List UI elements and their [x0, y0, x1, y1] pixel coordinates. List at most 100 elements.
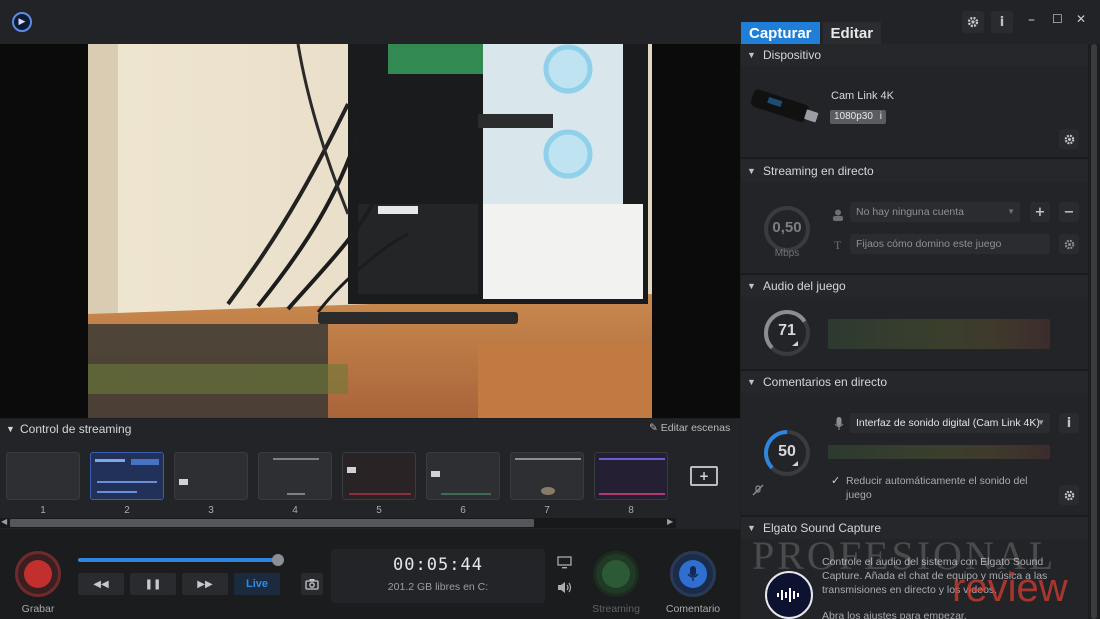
commentary-mic-icon — [679, 560, 707, 588]
scene-number: 8 — [628, 505, 634, 516]
playback-progress-track[interactable] — [78, 554, 284, 566]
scene-thumbnail-2[interactable] — [90, 452, 164, 500]
fast-forward-button[interactable]: ▶▶ — [182, 573, 228, 595]
scene-thumbnail-1[interactable] — [6, 452, 80, 500]
scene-thumbnail-5[interactable] — [342, 452, 416, 500]
scene-thumbnail-7[interactable] — [510, 452, 584, 500]
stream-control-panel: ▼ Control de streaming ✎ Editar escenas … — [0, 419, 740, 619]
stream-control-header[interactable]: ▼ Control de streaming — [0, 419, 740, 439]
scrollbar-thumb[interactable] — [10, 519, 534, 527]
section-streaming-header[interactable]: ▼ Streaming en directo — [741, 160, 1088, 182]
device-settings-gear-icon[interactable] — [1059, 129, 1079, 149]
scene-number: 2 — [124, 505, 130, 516]
chevron-down-icon: ▼ — [1007, 207, 1015, 216]
scene-list: 1 2 3 4 5 6 7 8 + — [0, 452, 740, 522]
bitrate-value: 0,50 — [772, 219, 802, 236]
scene-thumbnail-8[interactable] — [594, 452, 668, 500]
camlink-device-image — [747, 88, 822, 124]
minimize-button[interactable]: – — [1028, 12, 1035, 28]
close-button[interactable]: ✕ — [1076, 12, 1086, 26]
game-audio-meter — [828, 319, 1050, 349]
scene-number: 4 — [292, 505, 298, 516]
scene-thumbnail-3[interactable] — [174, 452, 248, 500]
game-audio-level-value: 71 — [778, 322, 796, 339]
streaming-globe-icon — [602, 560, 630, 588]
pause-button[interactable]: ❚❚ — [130, 573, 176, 595]
reduce-game-audio-checkbox[interactable]: ✓ — [831, 474, 840, 487]
resolution-info-icon: i — [879, 111, 882, 122]
live-button[interactable]: Live — [234, 573, 280, 595]
tab-capturar[interactable]: Capturar — [741, 22, 820, 44]
section-device-header[interactable]: ▼ Dispositivo — [741, 44, 1088, 66]
audio-input-select[interactable]: Interfaz de sonido digital (Cam Link 4K)… — [850, 413, 1050, 433]
app-logo-icon: ▶ — [12, 12, 32, 32]
free-space-label: 201.2 GB libres en C: — [387, 581, 489, 593]
maximize-button[interactable]: ☐ — [1052, 12, 1063, 26]
collapse-triangle-icon: ▼ — [747, 377, 756, 387]
mode-tabs: Capturar Editar — [741, 22, 881, 44]
resolution-badge[interactable]: 1080p30 i — [830, 110, 886, 124]
stream-title-input[interactable]: Fijaos cómo domino este juego — [850, 234, 1050, 254]
title-bar: ▶ — [0, 0, 1100, 44]
collapse-triangle-icon: ▼ — [747, 166, 756, 176]
scene-number: 7 — [544, 505, 550, 516]
monitor-icon[interactable] — [557, 554, 572, 573]
preview-area — [0, 44, 740, 418]
add-scene-icon[interactable]: + — [690, 466, 718, 486]
app-window: ▶ Capturar Editar i – ☐ ✕ ▼ Dispositivo … — [0, 0, 1100, 619]
edit-scenes-link[interactable]: ✎ Editar escenas — [649, 422, 730, 434]
account-select[interactable]: No hay ninguna cuenta ▼ — [850, 202, 1020, 222]
info-icon[interactable]: i — [991, 11, 1013, 33]
commentary-meter — [828, 445, 1050, 459]
playback-progress-knob[interactable] — [271, 554, 284, 566]
settings-gear-icon[interactable] — [962, 11, 984, 33]
pencil-icon: ✎ — [649, 422, 658, 434]
video-preview[interactable] — [88, 44, 652, 418]
mute-mic-icon[interactable] — [751, 482, 765, 501]
speaker-icon[interactable] — [557, 579, 573, 598]
scene-number: 3 — [208, 505, 214, 516]
commentary-settings-gear-icon[interactable] — [1059, 485, 1079, 505]
elapsed-timer: 00:05:44 — [393, 555, 483, 575]
resolution-label: 1080p30 — [834, 111, 873, 122]
watermark-review-text: review — [952, 566, 1068, 610]
scroll-right-icon[interactable]: ▶ — [667, 517, 673, 526]
streaming-label: Streaming — [592, 603, 640, 615]
dial-indicator-icon — [792, 461, 798, 466]
add-account-button[interactable]: + — [1030, 202, 1050, 222]
scrollbar-thumb[interactable] — [1091, 44, 1097, 619]
scene-scrollbar[interactable]: ◀ ▶ — [0, 517, 676, 528]
section-commentary-header[interactable]: ▼ Comentarios en directo — [741, 371, 1088, 393]
account-user-icon — [833, 206, 843, 225]
scene-thumbnail-6[interactable] — [426, 452, 500, 500]
commentary-level-value: 50 — [778, 443, 796, 460]
scene-thumbnail-4[interactable] — [258, 452, 332, 500]
transport-bar: Grabar ◀◀ ❚❚ ▶▶ Live 00:05:44 201.2 GB l… — [0, 529, 740, 619]
commentary-button[interactable] — [670, 551, 716, 597]
microphone-icon — [834, 416, 844, 435]
divider — [741, 157, 1088, 159]
section-game-audio-header[interactable]: ▼ Audio del juego — [741, 275, 1088, 297]
account-select-value: No hay ninguna cuenta — [856, 206, 964, 218]
reduce-game-audio-label-2: juego — [846, 489, 872, 501]
record-button[interactable] — [15, 551, 61, 597]
tab-editar[interactable]: Editar — [822, 22, 881, 44]
panel-scrollbar[interactable] — [1088, 44, 1100, 619]
scroll-left-icon[interactable]: ◀ — [1, 517, 7, 526]
scene-number: 6 — [460, 505, 466, 516]
timer-panel: 00:05:44 201.2 GB libres en C: — [331, 549, 545, 603]
rewind-button[interactable]: ◀◀ — [78, 573, 124, 595]
stream-settings-gear-icon[interactable] — [1059, 234, 1079, 254]
scene-number: 1 — [40, 505, 46, 516]
remove-account-button[interactable]: − — [1059, 202, 1079, 222]
record-dot-icon — [24, 560, 52, 588]
collapse-triangle-icon: ▼ — [6, 424, 15, 434]
commentary-info-icon[interactable]: i — [1059, 413, 1079, 433]
screenshot-camera-icon[interactable] — [301, 573, 323, 595]
scene-number: 5 — [376, 505, 382, 516]
collapse-triangle-icon: ▼ — [747, 281, 756, 291]
bitrate-unit: Mbps — [774, 248, 800, 259]
title-text-icon: T — [834, 238, 842, 252]
streaming-button[interactable] — [593, 551, 639, 597]
playback-progress-fill — [78, 558, 278, 562]
